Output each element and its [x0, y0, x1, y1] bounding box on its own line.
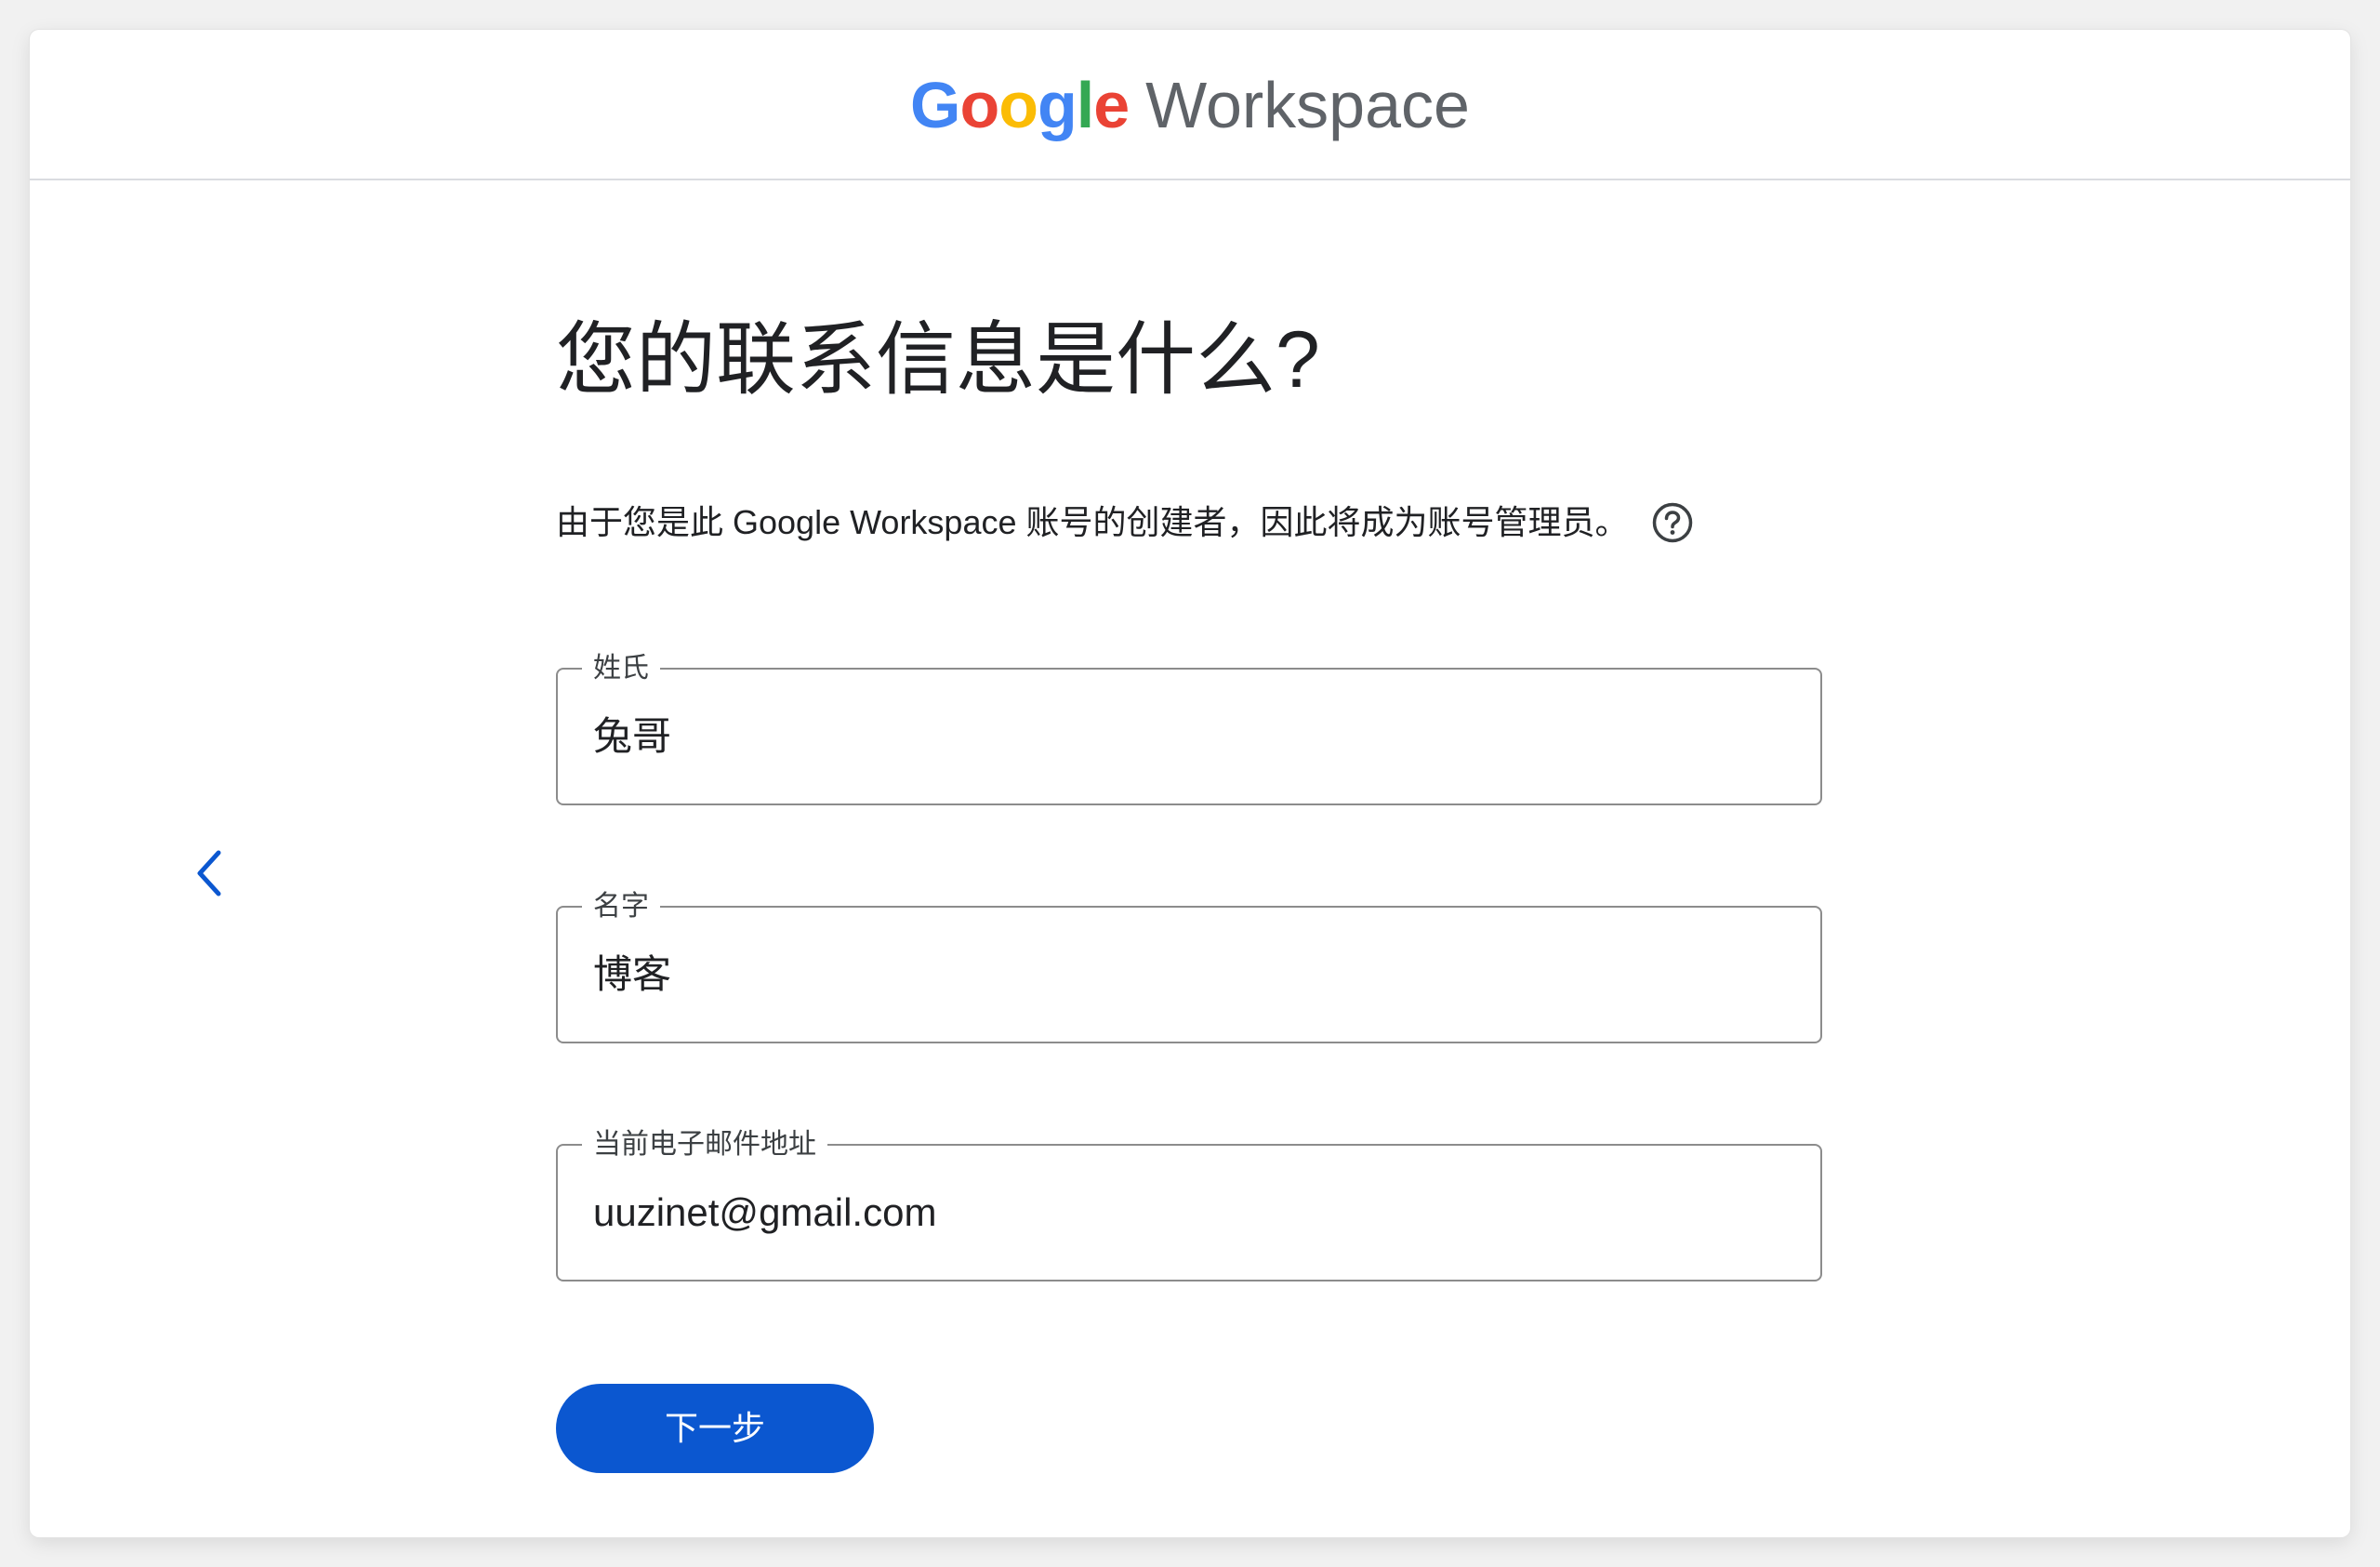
- page-title: 您的联系信息是什么?: [556, 315, 1320, 405]
- next-button[interactable]: 下一步: [556, 1384, 874, 1473]
- current-email-label: 当前电子邮件地址: [582, 1128, 827, 1162]
- current-email-field: 当前电子邮件地址: [556, 1128, 1822, 1281]
- last-name-input[interactable]: [593, 709, 1765, 764]
- first-name-input[interactable]: [593, 947, 1765, 1003]
- help-circle-icon[interactable]: [1651, 501, 1694, 544]
- google-workspace-logo: Google Workspace: [30, 65, 2350, 145]
- back-button[interactable]: [177, 841, 242, 906]
- first-name-field: 名字: [556, 890, 1822, 1043]
- browser-window: Google Workspace 您的联系信息是什么? 由于您是此 Google …: [30, 30, 2350, 1537]
- contact-info-form: 您的联系信息是什么? 由于您是此 Google Workspace 账号的创建者…: [556, 309, 1854, 1473]
- description-row: 由于您是此 Google Workspace 账号的创建者，因此将成为账号管理员…: [556, 500, 1694, 545]
- last-name-field: 姓氏: [556, 652, 1822, 805]
- workspace-wordmark: Workspace: [1145, 69, 1470, 141]
- first-name-label: 名字: [582, 890, 660, 923]
- last-name-label: 姓氏: [582, 652, 660, 685]
- header-bar: Google Workspace: [30, 30, 2350, 180]
- current-email-input[interactable]: [593, 1185, 1765, 1241]
- chevron-left-icon: [197, 850, 221, 896]
- help-circle-icon-svg: [1652, 502, 1692, 543]
- description-text: 由于您是此 Google Workspace 账号的创建者，因此将成为账号管理员…: [556, 503, 1629, 541]
- google-wordmark: Google: [910, 69, 1130, 141]
